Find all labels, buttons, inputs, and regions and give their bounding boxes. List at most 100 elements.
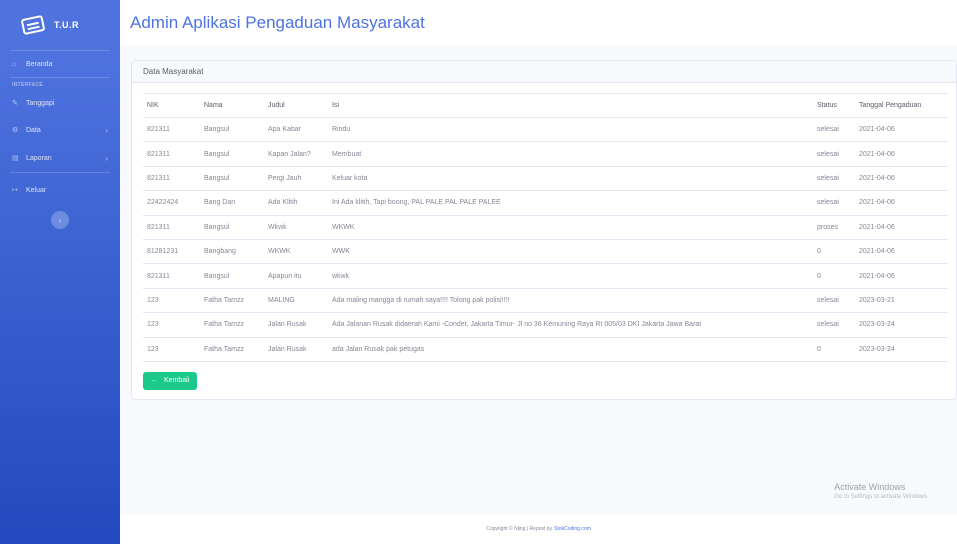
table-row: 821311 Bangsul Apa Kabar Rindu selesai 2021-0… bbox=[143, 117, 948, 143]
sidebar-item-label: Laporan bbox=[26, 154, 52, 162]
table-cell: 22422424 bbox=[143, 190, 200, 216]
table-cell: 2023-03-21 bbox=[855, 288, 948, 314]
table-body: 821311 Bangsul Apa Kabar Rindu selesai 2021-0… bbox=[143, 117, 948, 362]
table-cell: Bangsul bbox=[200, 166, 264, 192]
table-cell: selesai bbox=[813, 166, 855, 192]
card-body: NIK Nama Judul Isi Status Tanggal Pengad… bbox=[132, 83, 956, 400]
table-row: 123 Fatha Tamzz Jalan Rusak ada Jalan Rusak… bbox=[143, 337, 948, 362]
table-row: 123 Fatha Tamzz Jalan Rusak Ada Jalanan Rus… bbox=[143, 312, 948, 338]
table-cell: Wkwk bbox=[264, 215, 328, 240]
table-cell: Pergi Jauh bbox=[264, 166, 328, 192]
sidebar-item-laporan[interactable]: ▤ Laporan › bbox=[0, 144, 120, 172]
table-row: 123 Fatha Tamzz MALING Ada maling mangga di… bbox=[143, 288, 948, 314]
table-row: 821311 Bangsul Kapan Jalan? Membuat selesai 2… bbox=[143, 141, 948, 167]
data-card: Data Masyarakat NIK Nama Judul Isi Statu… bbox=[131, 60, 957, 400]
table-cell: Fatha Tamzz bbox=[200, 337, 264, 362]
gear-icon: ⚙ bbox=[12, 127, 19, 134]
sidebar-item-keluar[interactable]: ↦ Keluar bbox=[0, 177, 120, 203]
table-cell: Kapan Jalan? bbox=[264, 141, 328, 167]
table-row: 821311 Bangsul Pergi Jauh Keluar kota selesa… bbox=[143, 166, 948, 192]
table-cell: 123 bbox=[143, 337, 200, 362]
brand-name: T.U.R bbox=[54, 20, 79, 30]
table-cell: Bangsul bbox=[200, 215, 264, 240]
table-cell: 2023-03-24 bbox=[855, 337, 948, 362]
table-cell: Ada maling mangga di rumah saya!!!! Tolo… bbox=[328, 288, 813, 314]
table-cell: 2021-04-06 bbox=[855, 239, 948, 265]
sidebar-item-label: Data bbox=[26, 126, 41, 134]
table-cell: 821311 bbox=[143, 141, 200, 167]
sidebar-item-label: Beranda bbox=[26, 60, 53, 68]
table-cell: MALING bbox=[264, 288, 328, 314]
table-cell: 2021-04-06 bbox=[855, 263, 948, 289]
sidebar: T.U.R ⌂ Beranda INTERFACE ✎ Tanggapi ⚙ D… bbox=[0, 0, 120, 544]
table-cell: ada Jalan Rusak pak petugas bbox=[328, 337, 813, 362]
table-cell: selesai bbox=[813, 190, 855, 216]
sidebar-item-tanggapi[interactable]: ✎ Tanggapi bbox=[0, 90, 120, 116]
column-header: Isi bbox=[328, 93, 813, 118]
table-row: 81281231 Bangbang WKWK WWK 0 2021-04-06 bbox=[143, 239, 948, 265]
table-cell: WKWK bbox=[264, 239, 328, 265]
column-header: NIK bbox=[143, 93, 200, 118]
table-cell: 123 bbox=[143, 312, 200, 338]
logout-icon: ↦ bbox=[12, 187, 18, 194]
copyright-text: Copyright © Njing | Repost by bbox=[486, 526, 553, 532]
table-cell: Bangsul bbox=[200, 117, 264, 143]
table-cell: 2021-04-06 bbox=[855, 141, 948, 167]
sidebar-brand[interactable]: T.U.R bbox=[0, 0, 120, 50]
table-cell: Keluar kota bbox=[328, 166, 813, 192]
table-cell: Fatha Tamzz bbox=[200, 288, 264, 314]
sidebar-toggle-button[interactable]: ‹ bbox=[51, 211, 69, 229]
sidebar-item-label: Keluar bbox=[26, 186, 47, 194]
table-cell: Bangbang bbox=[200, 239, 264, 265]
sidebar-item-data[interactable]: ⚙ Data › bbox=[0, 116, 120, 144]
table-row: 22422424 Bang Dan Ada Klitih Ini Ada klitih… bbox=[143, 190, 948, 216]
page-title: Admin Aplikasi Pengaduan Masyarakat bbox=[130, 13, 425, 32]
table-cell: Ada Jalanan Rusak didaerah Kami -Condet,… bbox=[328, 312, 813, 338]
table-cell: 81281231 bbox=[143, 239, 200, 265]
table-cell: Fatha Tamzz bbox=[200, 312, 264, 338]
chevron-right-icon: › bbox=[105, 153, 108, 163]
table-cell: 0 bbox=[813, 239, 855, 265]
table-cell: 2021-04-06 bbox=[855, 190, 948, 216]
footer-link[interactable]: StokCoding.com bbox=[554, 526, 591, 532]
column-header: Tanggal Pengaduan bbox=[855, 93, 948, 118]
data-table: NIK Nama Judul Isi Status Tanggal Pengad… bbox=[143, 93, 948, 362]
table-cell: selesai bbox=[813, 141, 855, 167]
table-cell: Bangsul bbox=[200, 263, 264, 289]
footer: Copyright © Njing | Repost by StokCoding… bbox=[120, 514, 957, 544]
table-cell: WWK bbox=[328, 239, 813, 265]
home-icon: ⌂ bbox=[12, 60, 17, 68]
sidebar-heading: INTERFACE bbox=[12, 82, 44, 88]
topbar: Admin Aplikasi Pengaduan Masyarakat bbox=[120, 0, 957, 46]
table-header-row: NIK Nama Judul Isi Status Tanggal Pengad… bbox=[143, 93, 948, 118]
table-cell: Bang Dan bbox=[200, 190, 264, 216]
table-cell: Bangsul bbox=[200, 141, 264, 167]
table-cell: Jalan Rusak bbox=[264, 337, 328, 362]
table-cell: 821311 bbox=[143, 263, 200, 289]
watermark-title: Activate Windows bbox=[834, 482, 906, 492]
table-cell: Ini Ada klitih, Tapi boong, PAL PALE PAL… bbox=[328, 190, 813, 216]
table-cell: 821311 bbox=[143, 215, 200, 240]
table-cell: selesai bbox=[813, 288, 855, 314]
table-cell: 2023-03-24 bbox=[855, 312, 948, 338]
table-cell: 123 bbox=[143, 288, 200, 314]
table-cell: 2021-04-06 bbox=[855, 215, 948, 240]
back-button[interactable]: ← Kembali bbox=[143, 371, 198, 390]
table-cell: Apapun itu bbox=[264, 263, 328, 289]
sidebar-divider bbox=[10, 172, 110, 173]
table-cell: proses bbox=[813, 215, 855, 240]
table-cell: 821311 bbox=[143, 117, 200, 143]
card-title: Data Masyarakat bbox=[132, 61, 956, 83]
table-cell: 821311 bbox=[143, 166, 200, 192]
watermark-subtitle: Go to Settings to activate Windows. bbox=[834, 494, 929, 500]
sidebar-item-beranda[interactable]: ⌂ Beranda bbox=[0, 51, 120, 77]
back-button-label: Kembali bbox=[164, 377, 190, 385]
table-cell: 0 bbox=[813, 337, 855, 362]
table-cell: Apa Kabar bbox=[264, 117, 328, 143]
table-cell: Rindu bbox=[328, 117, 813, 143]
table-cell: 2021-04-06 bbox=[855, 166, 948, 192]
table-cell: 0 bbox=[813, 263, 855, 289]
table-cell: 2021-04-06 bbox=[855, 117, 948, 143]
table-cell: WKWK bbox=[328, 215, 813, 240]
table-row: 821311 Bangsul Wkwk WKWK proses 2021-04-06 bbox=[143, 215, 948, 240]
